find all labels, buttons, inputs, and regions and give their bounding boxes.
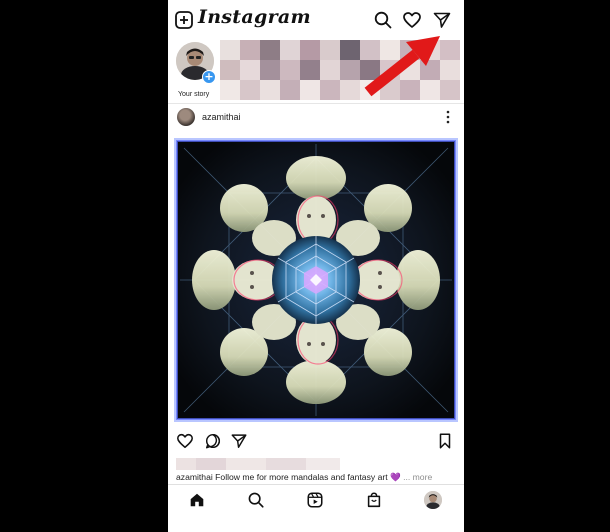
your-story[interactable]: + Your story — [176, 42, 216, 98]
bottom-nav — [168, 484, 464, 515]
search-icon[interactable] — [373, 10, 393, 30]
post-caption: azamithai Follow me for more mandalas an… — [176, 472, 458, 483]
post-username[interactable]: azamithai — [202, 112, 241, 122]
paper-plane-icon[interactable] — [432, 10, 452, 30]
reels-icon[interactable] — [306, 491, 324, 509]
caption-more-link[interactable]: ... more — [403, 472, 432, 482]
share-paper-plane-icon[interactable] — [230, 432, 248, 450]
add-story-badge[interactable]: + — [202, 70, 216, 84]
shop-icon[interactable] — [365, 491, 383, 509]
heart-icon[interactable] — [402, 10, 422, 30]
profile-photo-icon — [424, 491, 442, 509]
bookmark-icon[interactable] — [436, 432, 454, 450]
post-author-avatar[interactable] — [177, 108, 195, 126]
home-icon[interactable] — [188, 491, 206, 509]
post-header: azamithai — [168, 104, 464, 130]
plus-square-icon[interactable] — [174, 10, 194, 30]
annotation-arrow-icon — [364, 36, 440, 97]
caption-text: Follow me for more mandalas and fantasy … — [215, 472, 388, 482]
caption-heart-emoji: 💜 — [390, 472, 401, 482]
comment-icon[interactable] — [204, 432, 222, 450]
like-heart-icon[interactable] — [176, 432, 194, 450]
likes-blurred[interactable] — [176, 458, 340, 470]
search-icon[interactable] — [247, 491, 265, 509]
profile-avatar[interactable] — [424, 491, 442, 509]
app-logo: Instagram — [198, 6, 311, 28]
post-actions — [168, 432, 464, 452]
post-image[interactable] — [174, 138, 458, 422]
more-vertical-icon[interactable] — [444, 110, 452, 124]
caption-username[interactable]: azamithai — [176, 472, 213, 482]
